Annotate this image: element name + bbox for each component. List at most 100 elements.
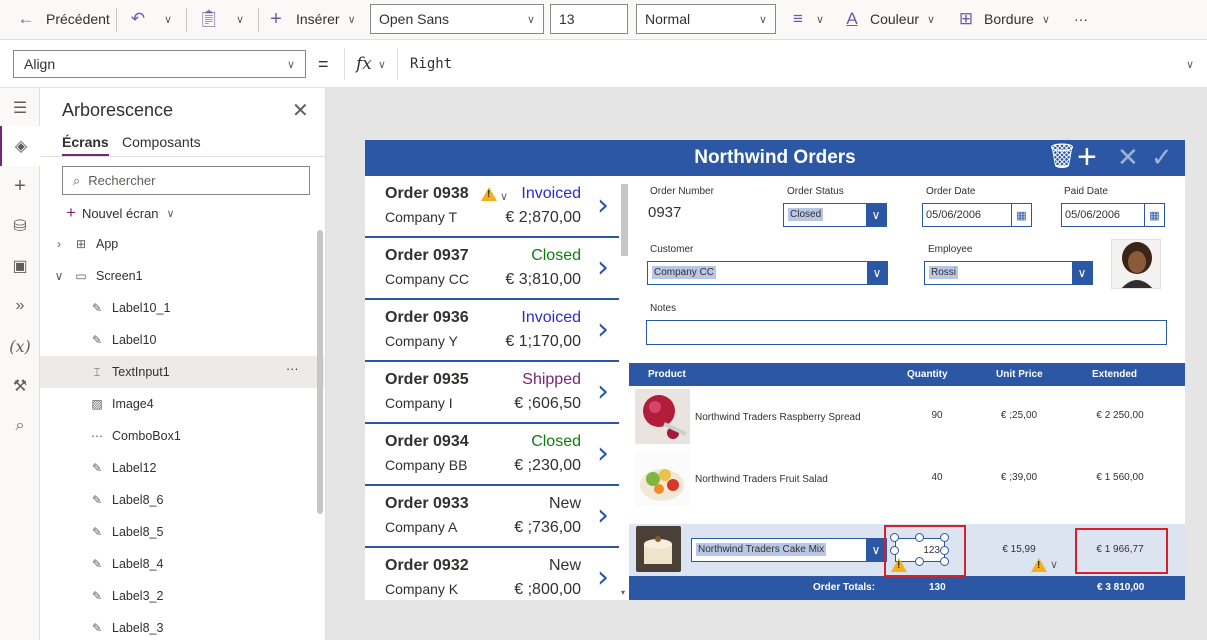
formula-input[interactable]: Right [404,50,1207,78]
trash-icon[interactable]: 🗑︎ [1047,142,1077,171]
tree-item-combobox1[interactable]: ⋯ ComboBox1 [40,420,324,452]
extended-value: € 1 560,00 [1096,472,1144,483]
textinput-icon: ⌶ [93,365,101,379]
expand-formula-button[interactable]: ∨ [1186,56,1194,71]
chevron-right-icon[interactable]: › [597,374,609,409]
tree-item-label8-5[interactable]: ✎ Label8_5 [40,516,324,548]
order-item[interactable]: Order 0938 ∨ Invoiced Company T € 2;870,… [365,176,619,238]
order-item[interactable]: Order 0936 Invoiced Company Y € 1;170,00… [365,300,619,362]
line-item-row[interactable]: Northwind Traders Fruit Salad 40 € ;39,0… [629,448,1185,510]
order-date-picker[interactable]: 05/06/2006 ▦ [922,203,1032,227]
search-rail-button[interactable]: ⌕ [0,406,40,446]
chevron-right-icon[interactable]: › [597,312,609,347]
line-item-row[interactable]: Northwind Traders Raspberry Spread 90 € … [629,386,1185,448]
font-weight-value: Normal [645,11,691,27]
tree-item-app[interactable]: › ⊞ App [40,228,324,260]
chevron-right-icon[interactable]: › [597,560,609,595]
media-button[interactable]: ▣ [0,246,40,286]
data-button[interactable]: ⛁ [0,206,40,246]
order-item[interactable]: Order 0933 New Company A € ;736,00 › [365,486,619,548]
tab-divider [40,156,326,157]
tree-scrollbar[interactable] [317,230,323,514]
power-automate-button[interactable]: » [0,286,40,326]
undo-dropdown-button[interactable]: ∨ [164,0,172,38]
tree-search-input[interactable]: ⌕ Rechercher [62,166,310,195]
tree-view-button[interactable]: ◈ [0,126,40,166]
new-screen-label: Nouvel écran [81,205,159,221]
gallery-scrollbar[interactable] [621,184,628,256]
scroll-down-icon[interactable]: ▾ [621,588,625,597]
fx-button[interactable]: fx ∨ [344,48,398,80]
font-family-select[interactable]: Open Sans ∨ [370,4,544,34]
font-weight-select[interactable]: Normal ∨ [636,4,776,34]
insert-rail-button[interactable]: + [0,166,40,206]
back-button[interactable]: ← Précédent [16,0,110,38]
chevron-right-icon[interactable]: › [597,436,609,471]
tree-item-label: Label8_3 [112,621,164,635]
notes-input[interactable] [646,320,1167,345]
employee-combobox[interactable]: Rossi ∨ [924,261,1093,285]
order-status: Shipped [522,371,581,388]
customer-combobox[interactable]: Company CC ∨ [647,261,888,285]
order-total: € ;736,00 [514,519,581,536]
more-options-icon[interactable]: ··· [286,362,299,376]
align-button[interactable]: ≡ ∨ [788,0,824,38]
hamburger-menu-button[interactable]: ☰ [0,88,40,128]
cancel-icon[interactable]: ✕ [1117,142,1139,173]
order-item[interactable]: Order 0932 New Company K € ;800,00 › [365,548,619,600]
image-icon: ▨ [91,397,103,411]
order-total: € ;230,00 [514,457,581,474]
font-size-input[interactable]: 13 [550,4,628,34]
order-item[interactable]: Order 0937 Closed Company CC € 3;810,00 … [365,238,619,300]
unit-price-value: € ;25,00 [1000,410,1038,421]
employee-label: Employee [928,244,973,255]
tree-item-label12[interactable]: ✎ Label12 [40,452,324,484]
paste-dropdown-button[interactable]: ∨ [236,0,244,38]
order-item[interactable]: Order 0934 Closed Company BB € ;230,00 › [365,424,619,486]
tree-item-label8-3[interactable]: ✎ Label8_3 [40,612,324,640]
undo-button[interactable]: ↶ [128,0,148,38]
insert-button[interactable]: + Insérer ∨ [266,0,355,38]
close-icon[interactable]: ✕ [292,98,309,123]
chevron-down-icon: ∨ [526,13,535,26]
chevron-down-icon: ∨ [286,58,295,71]
add-icon[interactable]: + [1077,140,1097,177]
order-status-dropdown[interactable]: Closed ∨ [783,203,887,227]
tree-item-textinput1[interactable]: ⌶ TextInput1 ··· [40,356,324,388]
color-label: Couleur [870,11,920,27]
border-button[interactable]: ⊞ Bordure ∨ [956,0,1050,38]
paid-date-picker[interactable]: 05/06/2006 ▦ [1061,203,1165,227]
calendar-icon: ▦ [1144,204,1164,226]
tree-item-label10[interactable]: ✎ Label10 [40,324,324,356]
advanced-tools-button[interactable]: ⚒ [0,366,40,406]
order-company: Company K [385,581,459,597]
chevron-right-icon[interactable]: › [597,498,609,533]
tree-item-label10-1[interactable]: ✎ Label10_1 [40,292,324,324]
plus-icon: + [270,7,282,30]
property-select[interactable]: Align ∨ [13,50,306,78]
tree-item-label3-2[interactable]: ✎ Label3_2 [40,580,324,612]
variables-button[interactable]: (x) [0,326,40,366]
tree-item-label: Label3_2 [112,589,164,603]
tree-item-image4[interactable]: ▨ Image4 [40,388,324,420]
color-button[interactable]: A Couleur ∨ [842,0,935,38]
tree-item-label8-6[interactable]: ✎ Label8_6 [40,484,324,516]
more-icon: ··· [1074,11,1088,27]
new-screen-button[interactable]: + Nouvel écran ∨ [66,203,175,223]
product-combobox[interactable]: Northwind Traders Cake Mix ∨ [691,538,887,562]
check-icon[interactable]: ✓ [1151,142,1173,173]
chevron-right-icon[interactable]: › [597,250,609,285]
search-icon: ⌕ [15,417,25,434]
search-placeholder: Rechercher [88,173,156,188]
tree-item-label: TextInput1 [112,365,170,379]
chevron-right-icon[interactable]: › [597,188,609,223]
fx-icon: fx [356,54,372,74]
tree-item-screen1[interactable]: ∨ ▭ Screen1 [40,260,324,292]
order-item[interactable]: Order 0935 Shipped Company I € ;606,50 › [365,362,619,424]
tree-item-label8-4[interactable]: ✎ Label8_4 [40,548,324,580]
tab-screens[interactable]: Écrans [62,134,109,156]
more-button[interactable]: ··· [1074,0,1088,38]
tab-components[interactable]: Composants [122,134,201,154]
paste-button[interactable]: 📋︎ [198,0,220,38]
label-icon: ✎ [91,621,103,635]
